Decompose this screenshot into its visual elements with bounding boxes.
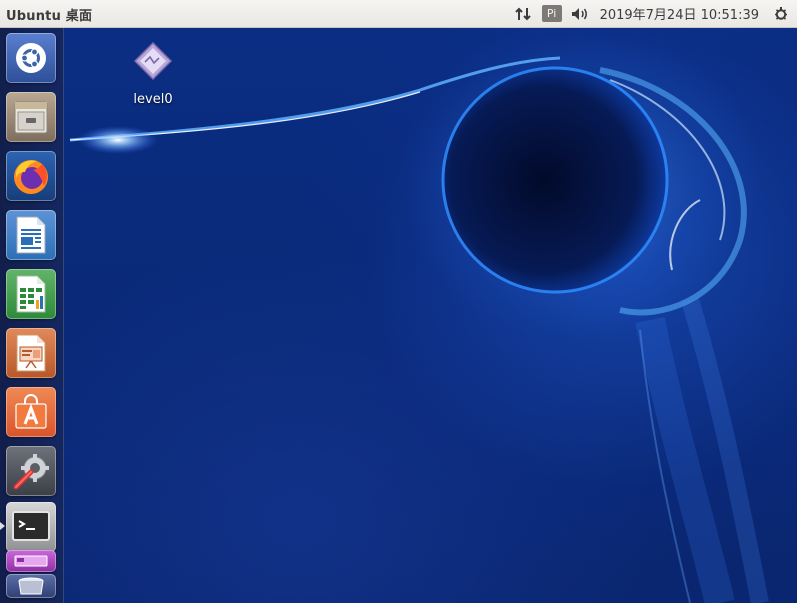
calc-spreadsheet-icon bbox=[16, 275, 46, 313]
launcher-item-trash[interactable] bbox=[6, 574, 56, 598]
ubuntu-logo-icon bbox=[16, 43, 46, 73]
system-menu[interactable] bbox=[769, 0, 793, 27]
software-bag-icon bbox=[15, 394, 47, 429]
desktop-icon-level0[interactable]: level0 bbox=[120, 40, 186, 107]
network-indicator[interactable] bbox=[510, 0, 536, 27]
keyboard-indicator[interactable]: Pi bbox=[541, 0, 562, 27]
settings-wrench-icon bbox=[13, 454, 49, 490]
workspace-icon bbox=[14, 555, 48, 567]
launcher-item-ubuntu-software[interactable] bbox=[6, 387, 56, 437]
launcher-item-libreoffice-writer[interactable] bbox=[6, 210, 56, 260]
launcher-item-dash-home[interactable] bbox=[6, 33, 56, 83]
volume-icon bbox=[571, 7, 587, 20]
launcher-item-firefox[interactable] bbox=[6, 151, 56, 201]
running-indicator-arrow bbox=[0, 522, 5, 530]
launcher-item-system-settings[interactable] bbox=[6, 446, 56, 496]
launcher-item-libreoffice-impress[interactable] bbox=[6, 328, 56, 378]
network-arrows-icon bbox=[514, 7, 531, 20]
terminal-icon bbox=[12, 511, 50, 541]
keyboard-layout-badge: Pi bbox=[541, 5, 562, 22]
window-title: Ubuntu 桌面 bbox=[6, 9, 93, 24]
launcher bbox=[0, 28, 64, 603]
clock[interactable]: 2019年7月24日 10:51:39 bbox=[594, 0, 769, 27]
file-cabinet-icon bbox=[14, 101, 48, 134]
firefox-icon bbox=[14, 160, 48, 194]
indicator-area: Pi 2019年7月24日 10:51:39 bbox=[510, 0, 797, 27]
top-panel: Ubuntu 桌面 Pi 2019年7月24日 10:51:39 bbox=[0, 0, 797, 28]
power-gear-icon bbox=[775, 6, 787, 20]
writer-document-icon bbox=[16, 216, 46, 254]
launcher-item-libreoffice-calc[interactable] bbox=[6, 269, 56, 319]
launcher-item-workspace-switcher[interactable] bbox=[6, 550, 56, 572]
impress-presentation-icon bbox=[16, 334, 46, 372]
sound-indicator[interactable] bbox=[568, 0, 594, 27]
executable-file-icon bbox=[133, 41, 173, 81]
desktop-icon-label: level0 bbox=[133, 92, 173, 107]
trash-icon bbox=[18, 577, 44, 595]
launcher-item-terminal[interactable] bbox=[6, 502, 56, 552]
launcher-item-files[interactable] bbox=[6, 92, 56, 142]
